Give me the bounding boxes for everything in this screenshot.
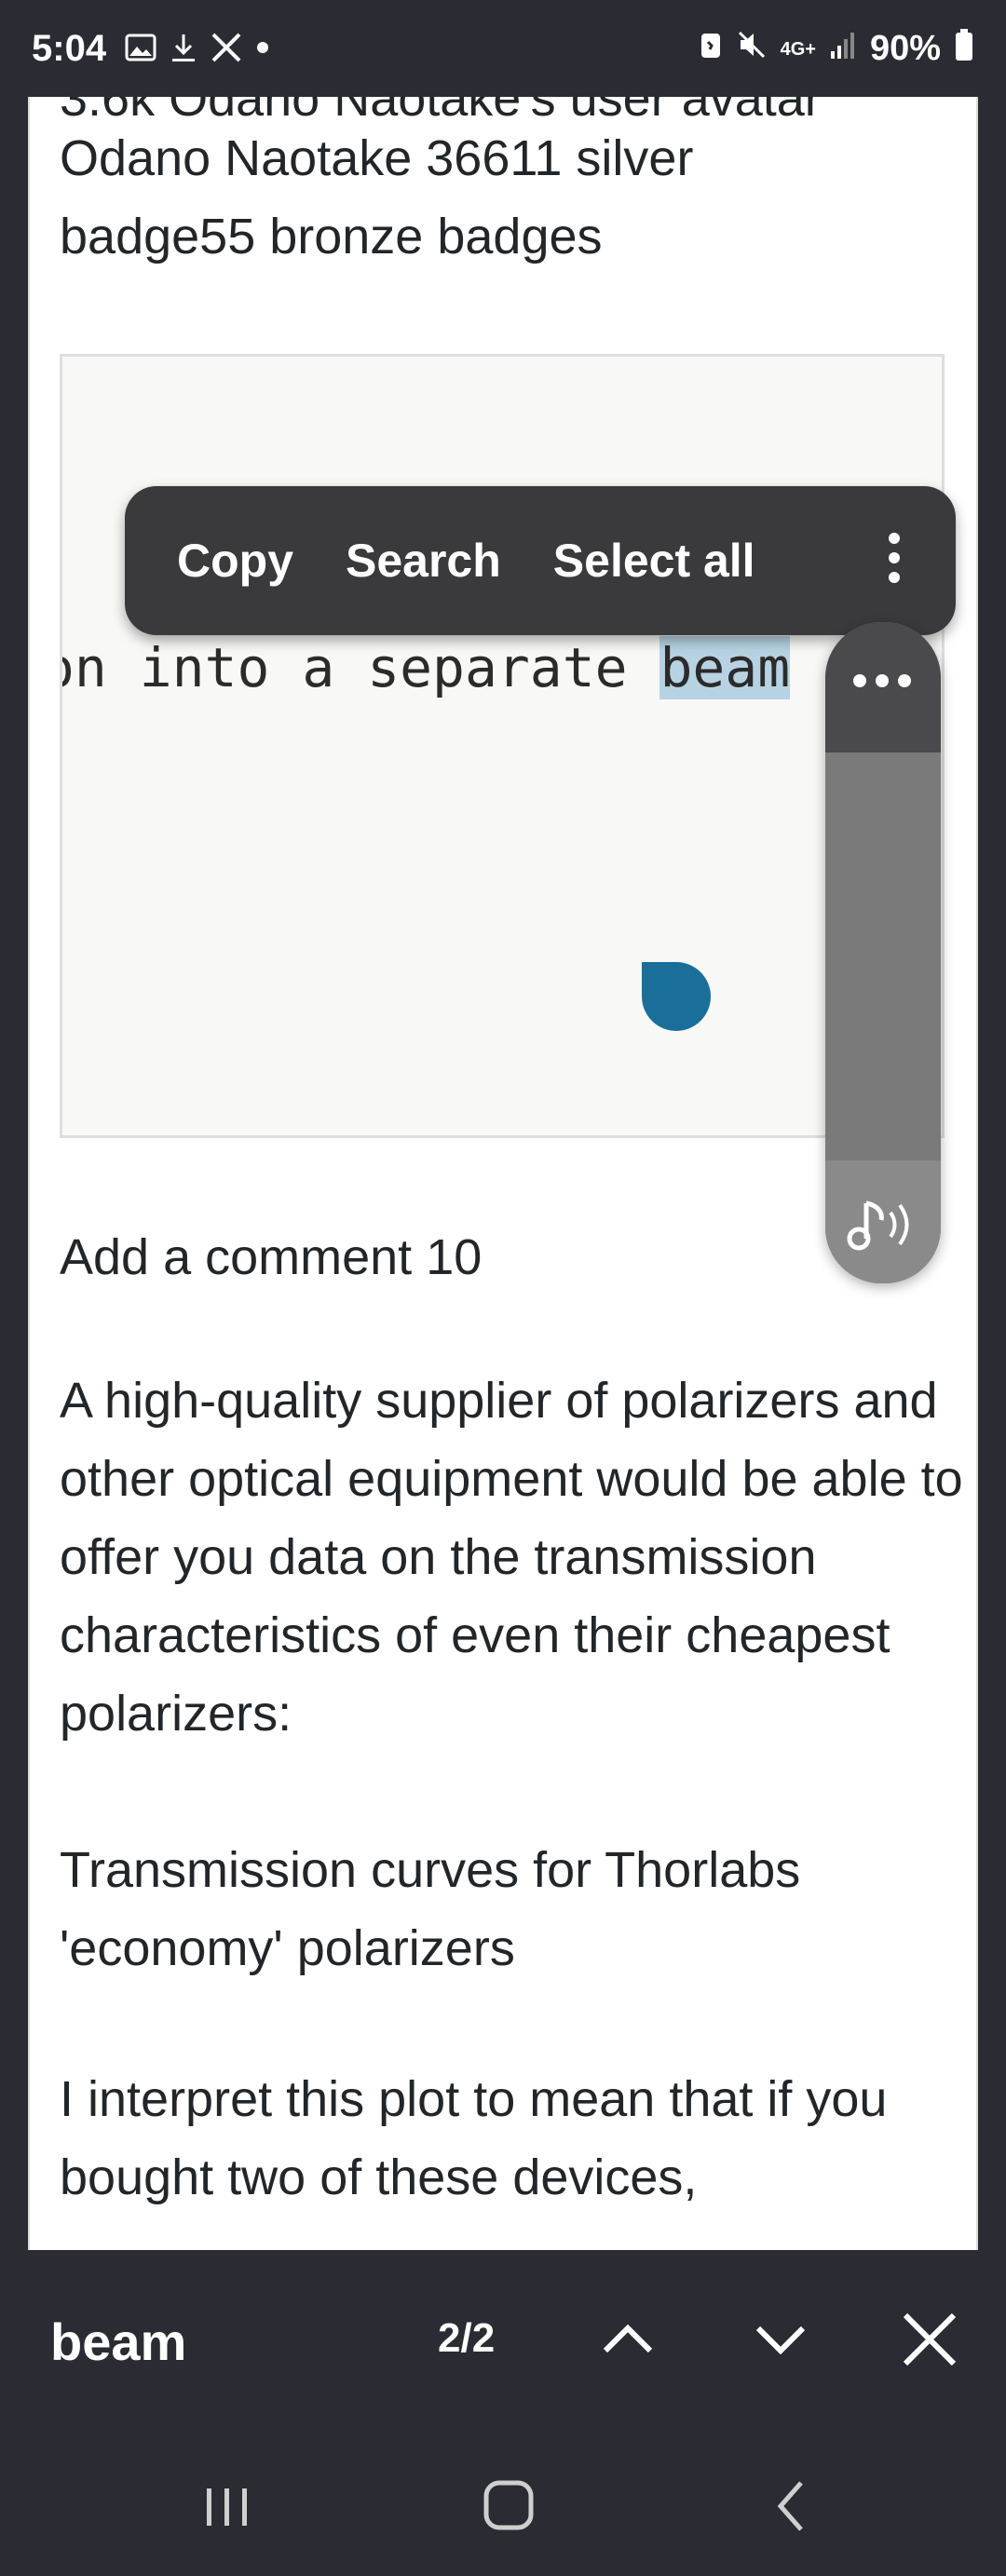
x-icon xyxy=(211,32,242,72)
user-card-badges: badge55 bronze badges xyxy=(60,209,603,264)
gallery-icon xyxy=(125,32,156,72)
close-find-button[interactable] xyxy=(883,2293,976,2386)
dot-icon xyxy=(255,32,270,72)
code-text-before: on into a separate xyxy=(60,636,660,699)
4g-icon: 4G+ xyxy=(780,38,816,60)
floating-media-panel[interactable] xyxy=(825,622,941,1283)
copy-button[interactable]: Copy xyxy=(177,534,293,588)
mute-icon xyxy=(736,29,768,69)
selection-handle-left[interactable] xyxy=(642,962,711,1031)
user-card-name[interactable]: Odano Naotake 36611 silver xyxy=(60,119,972,197)
answer-paragraph: I interpret this plot to mean that if yo… xyxy=(60,2071,888,2205)
search-button[interactable]: Search xyxy=(346,534,501,588)
text-selection-toolbar: Copy Search Select all xyxy=(125,486,956,635)
find-query-text[interactable]: beam xyxy=(50,2312,186,2372)
clock: 5:04 xyxy=(32,28,107,69)
home-icon[interactable] xyxy=(453,2464,564,2548)
code-block[interactable]: on into a separate beam xyxy=(60,354,945,1138)
status-bar: 5:04 4G+ 90% xyxy=(0,0,1006,97)
battery-saver-icon xyxy=(699,29,723,69)
previous-match-button[interactable] xyxy=(581,2293,674,2386)
notification-icons xyxy=(125,32,270,72)
back-icon[interactable] xyxy=(736,2464,848,2548)
panel-header[interactable] xyxy=(825,622,941,752)
audio-playback-icon[interactable] xyxy=(846,1192,920,1270)
more-horizontal-icon[interactable] xyxy=(853,674,911,687)
code-text[interactable]: on into a separate beam xyxy=(60,636,791,699)
answer-link-text[interactable]: Transmission curves for Thorlabs 'econom… xyxy=(60,1831,972,1987)
find-in-page-bar: beam 2/2 xyxy=(0,2250,1006,2433)
battery-percent: 90% xyxy=(869,29,941,68)
answer-paragraph: A high-quality supplier of polarizers an… xyxy=(60,1373,963,1742)
find-match-count: 2/2 xyxy=(438,2315,496,2361)
recent-apps-icon[interactable] xyxy=(171,2464,283,2548)
selected-text-highlight[interactable]: beam xyxy=(659,636,791,699)
next-match-button[interactable] xyxy=(734,2293,827,2386)
download-icon xyxy=(170,32,197,72)
system-icons: 4G+ 90% xyxy=(699,28,974,70)
signal-icon xyxy=(829,29,857,69)
battery-icon xyxy=(954,28,974,70)
more-options-icon[interactable] xyxy=(889,533,900,591)
system-navigation-bar xyxy=(0,2433,1006,2576)
select-all-button[interactable]: Select all xyxy=(553,534,755,588)
